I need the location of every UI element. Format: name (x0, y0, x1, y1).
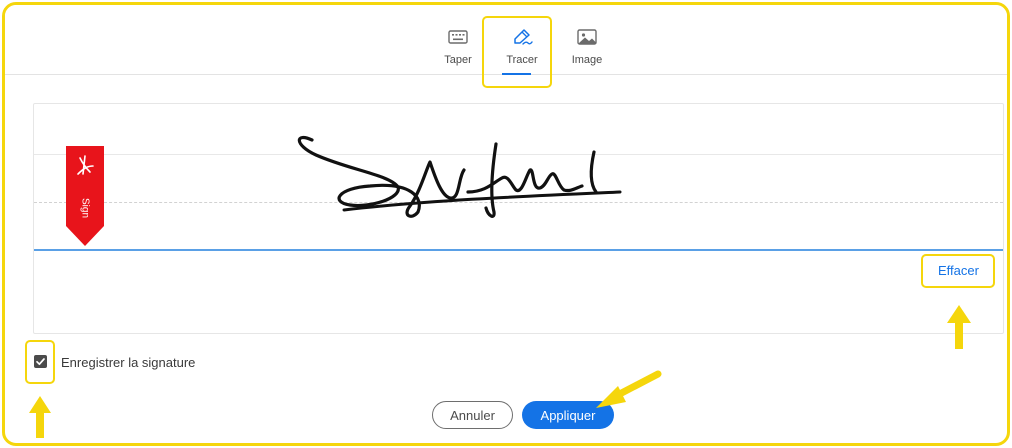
sign-ribbon-label: Sign (79, 198, 90, 218)
keyboard-icon (448, 30, 468, 44)
save-signature-checkbox[interactable] (34, 355, 47, 368)
tab-tracer-label: Tracer (506, 54, 538, 66)
tab-image[interactable]: Image (557, 27, 617, 71)
pen-draw-icon (514, 29, 533, 45)
drawn-signature (297, 135, 622, 218)
arrow-up-icon (947, 305, 971, 349)
sign-ribbon-logo: Sign (66, 146, 104, 246)
arrow-up-icon (29, 396, 51, 438)
active-tab-indicator (502, 73, 531, 75)
tab-taper[interactable]: Taper (428, 27, 488, 71)
pad-baseline (34, 249, 1003, 251)
arrow-down-left-icon (596, 370, 662, 408)
tab-tracer[interactable]: Tracer (492, 27, 552, 71)
tab-image-label: Image (571, 54, 603, 66)
tab-taper-label: Taper (444, 54, 472, 66)
signature-mode-tabs: Taper Tracer Image (5, 5, 1007, 75)
checkmark-icon (36, 358, 45, 366)
cancel-button[interactable]: Annuler (432, 401, 513, 429)
save-signature-label: Enregistrer la signature (61, 355, 196, 370)
image-icon (577, 29, 597, 45)
clear-signature-button[interactable]: Effacer (938, 263, 979, 278)
